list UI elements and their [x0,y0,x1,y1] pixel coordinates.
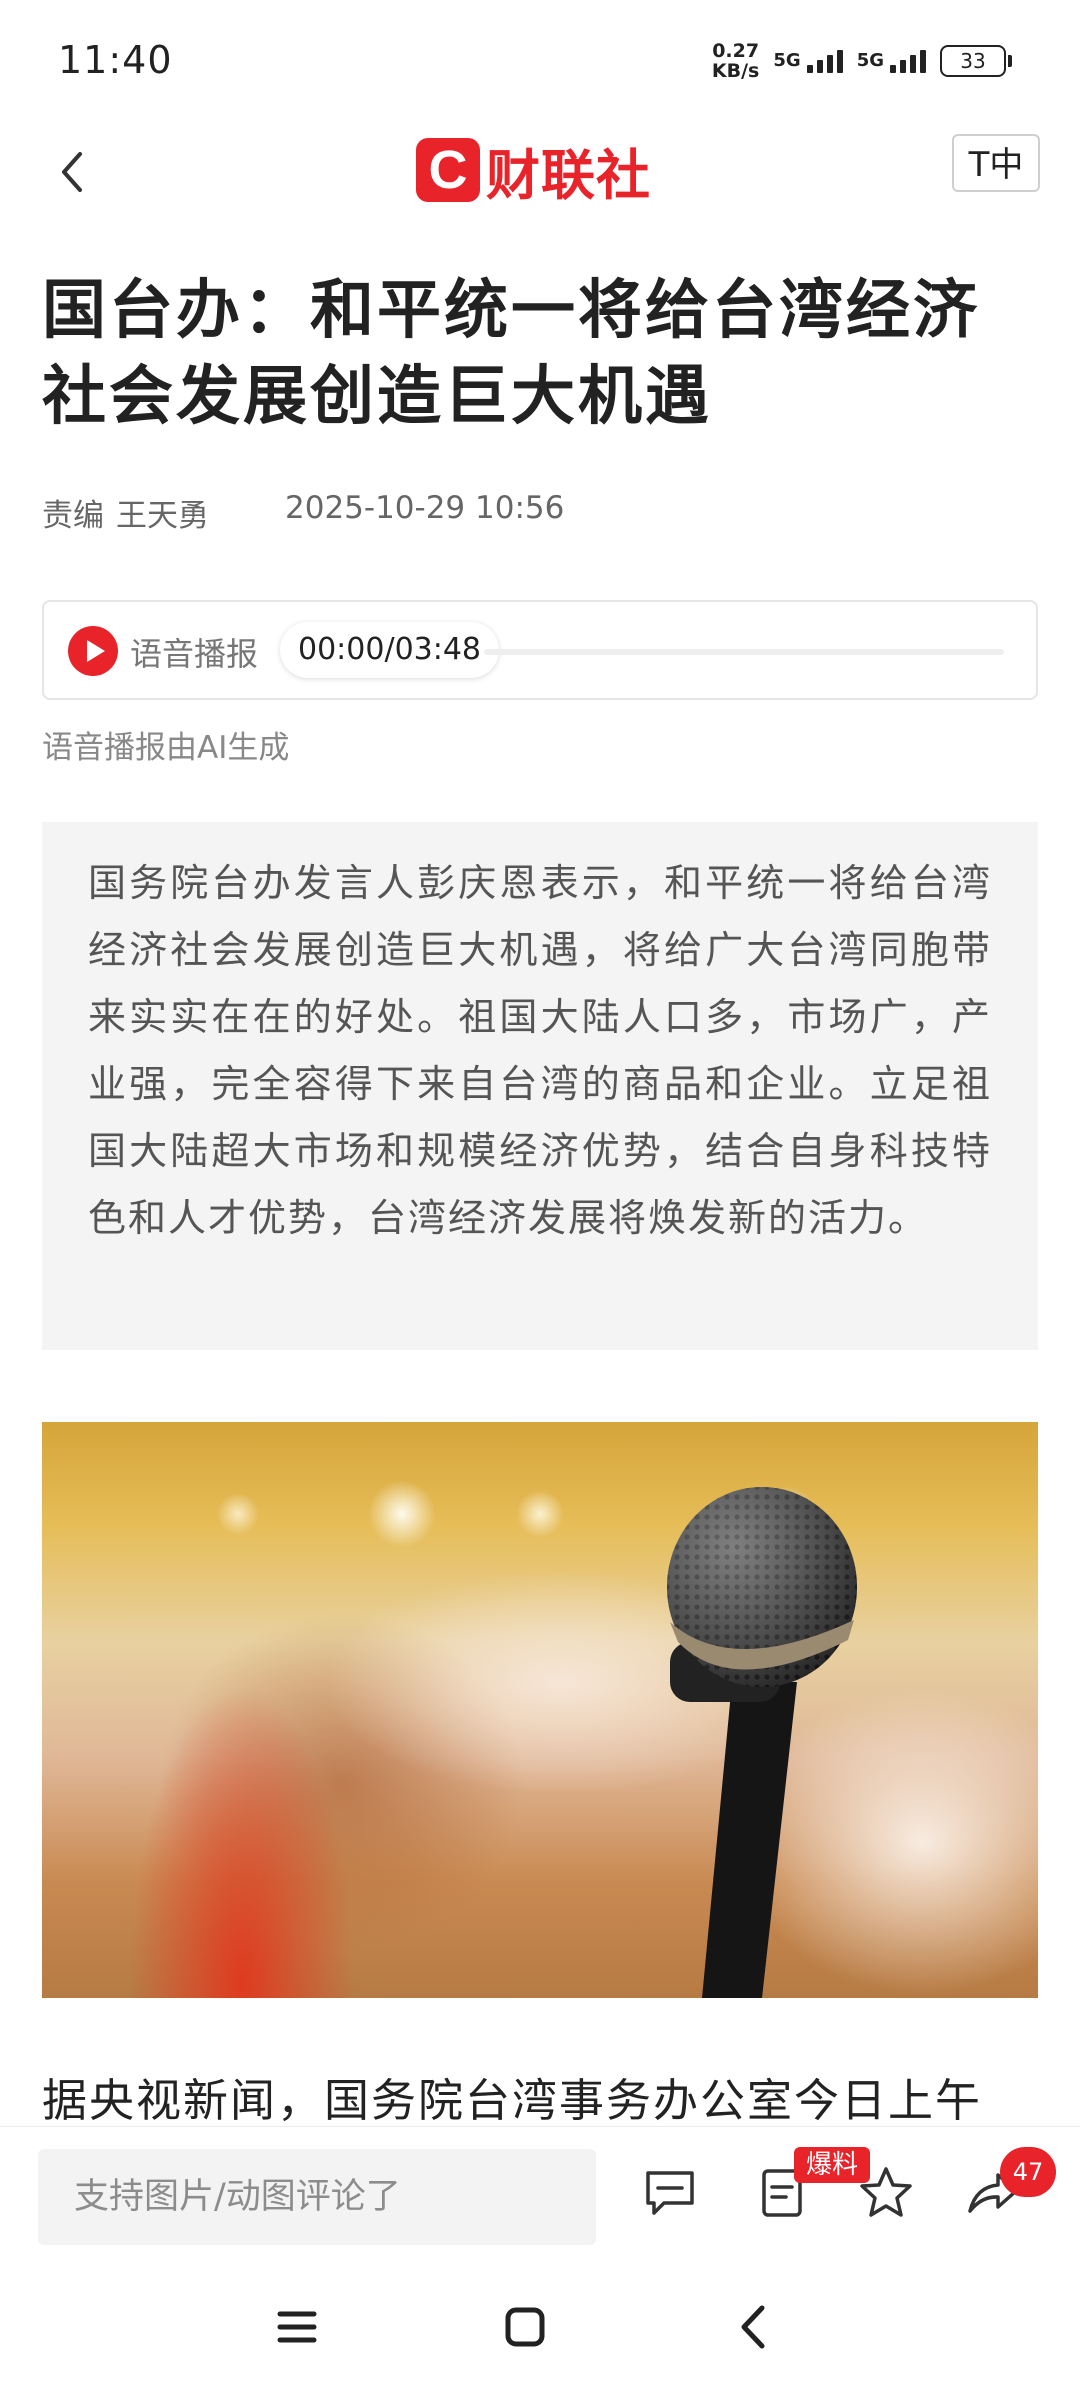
editor-name: 王天勇 [116,498,209,534]
back-button[interactable] [44,142,104,202]
article-summary: 国务院台办发言人彭庆恩表示，和平统一将给台湾经济社会发展创造巨大机遇，将给广大台… [42,822,1038,1350]
star-icon [860,2167,912,2217]
menu-icon [277,2311,317,2343]
logo-text: 财联社 [486,143,651,207]
network-speed-unit: KB/s [711,60,760,82]
font-size-button[interactable]: T中 [952,134,1040,192]
back-icon [741,2305,765,2349]
home-icon [505,2307,545,2347]
network-speed-value: 0.27 [712,40,760,62]
comment-icon [646,2171,694,2215]
article-meta: 责编 王天勇 2025-10-29 10:56 [42,490,564,535]
article-image[interactable] [42,1422,1038,1998]
status-time: 11:40 [58,38,173,82]
bottom-action-bar: 支持图片/动图评论了 爆料 47 [0,2126,1080,2251]
signal-icon-2: 5G [856,49,926,73]
signal-icon: 5G [773,49,843,73]
nav-menu-button[interactable] [262,2292,332,2362]
audio-ai-note: 语音播报由AI生成 [42,730,290,766]
audio-progress-track[interactable] [484,649,1004,655]
top-nav: C 财联社 T中 [0,120,1080,230]
article-body-text: 据央视新闻，国务院台湾事务办公室今日上午 [42,2074,983,2126]
favorite-button[interactable] [856,2163,916,2223]
audio-label: 语音播报 [130,635,259,673]
network-speed: 0.27 KB/s [712,41,759,81]
battery-icon: 33 [940,45,1012,77]
sim1-label: 5G [773,49,801,71]
status-indicators: 0.27 KB/s 5G 5G 33 [712,36,1012,86]
nav-home-button[interactable] [490,2292,560,2362]
audio-player: 语音播报 00:00/03:48 [42,600,1038,700]
comment-button[interactable] [640,2163,700,2223]
article-title: 国台办：和平统一将给台湾经济社会发展创造巨大机遇 [42,274,980,434]
audio-time[interactable]: 00:00/03:48 [280,622,500,678]
editor-label: 责编 [42,498,104,534]
chevron-left-icon [62,152,82,192]
sim2-label: 5G [856,49,884,71]
publish-datetime: 2025-10-29 10:56 [285,490,565,526]
battery-level: 33 [940,45,1006,77]
logo-mark: C [416,138,480,202]
nav-back-button[interactable] [718,2292,788,2362]
system-nav-bar [0,2250,1080,2400]
share-count-badge: 47 [1000,2147,1056,2197]
comment-input[interactable]: 支持图片/动图评论了 [38,2149,596,2245]
microphone-image [667,1487,857,1998]
summary-text: 国务院台办发言人彭庆恩表示，和平统一将给台湾经济社会发展创造巨大机遇，将给广大台… [88,861,992,1240]
logo: C 财联社 [416,130,651,210]
play-icon [87,640,105,662]
play-button[interactable] [68,626,118,676]
status-bar: 11:40 0.27 KB/s 5G 5G 33 [0,0,1080,120]
